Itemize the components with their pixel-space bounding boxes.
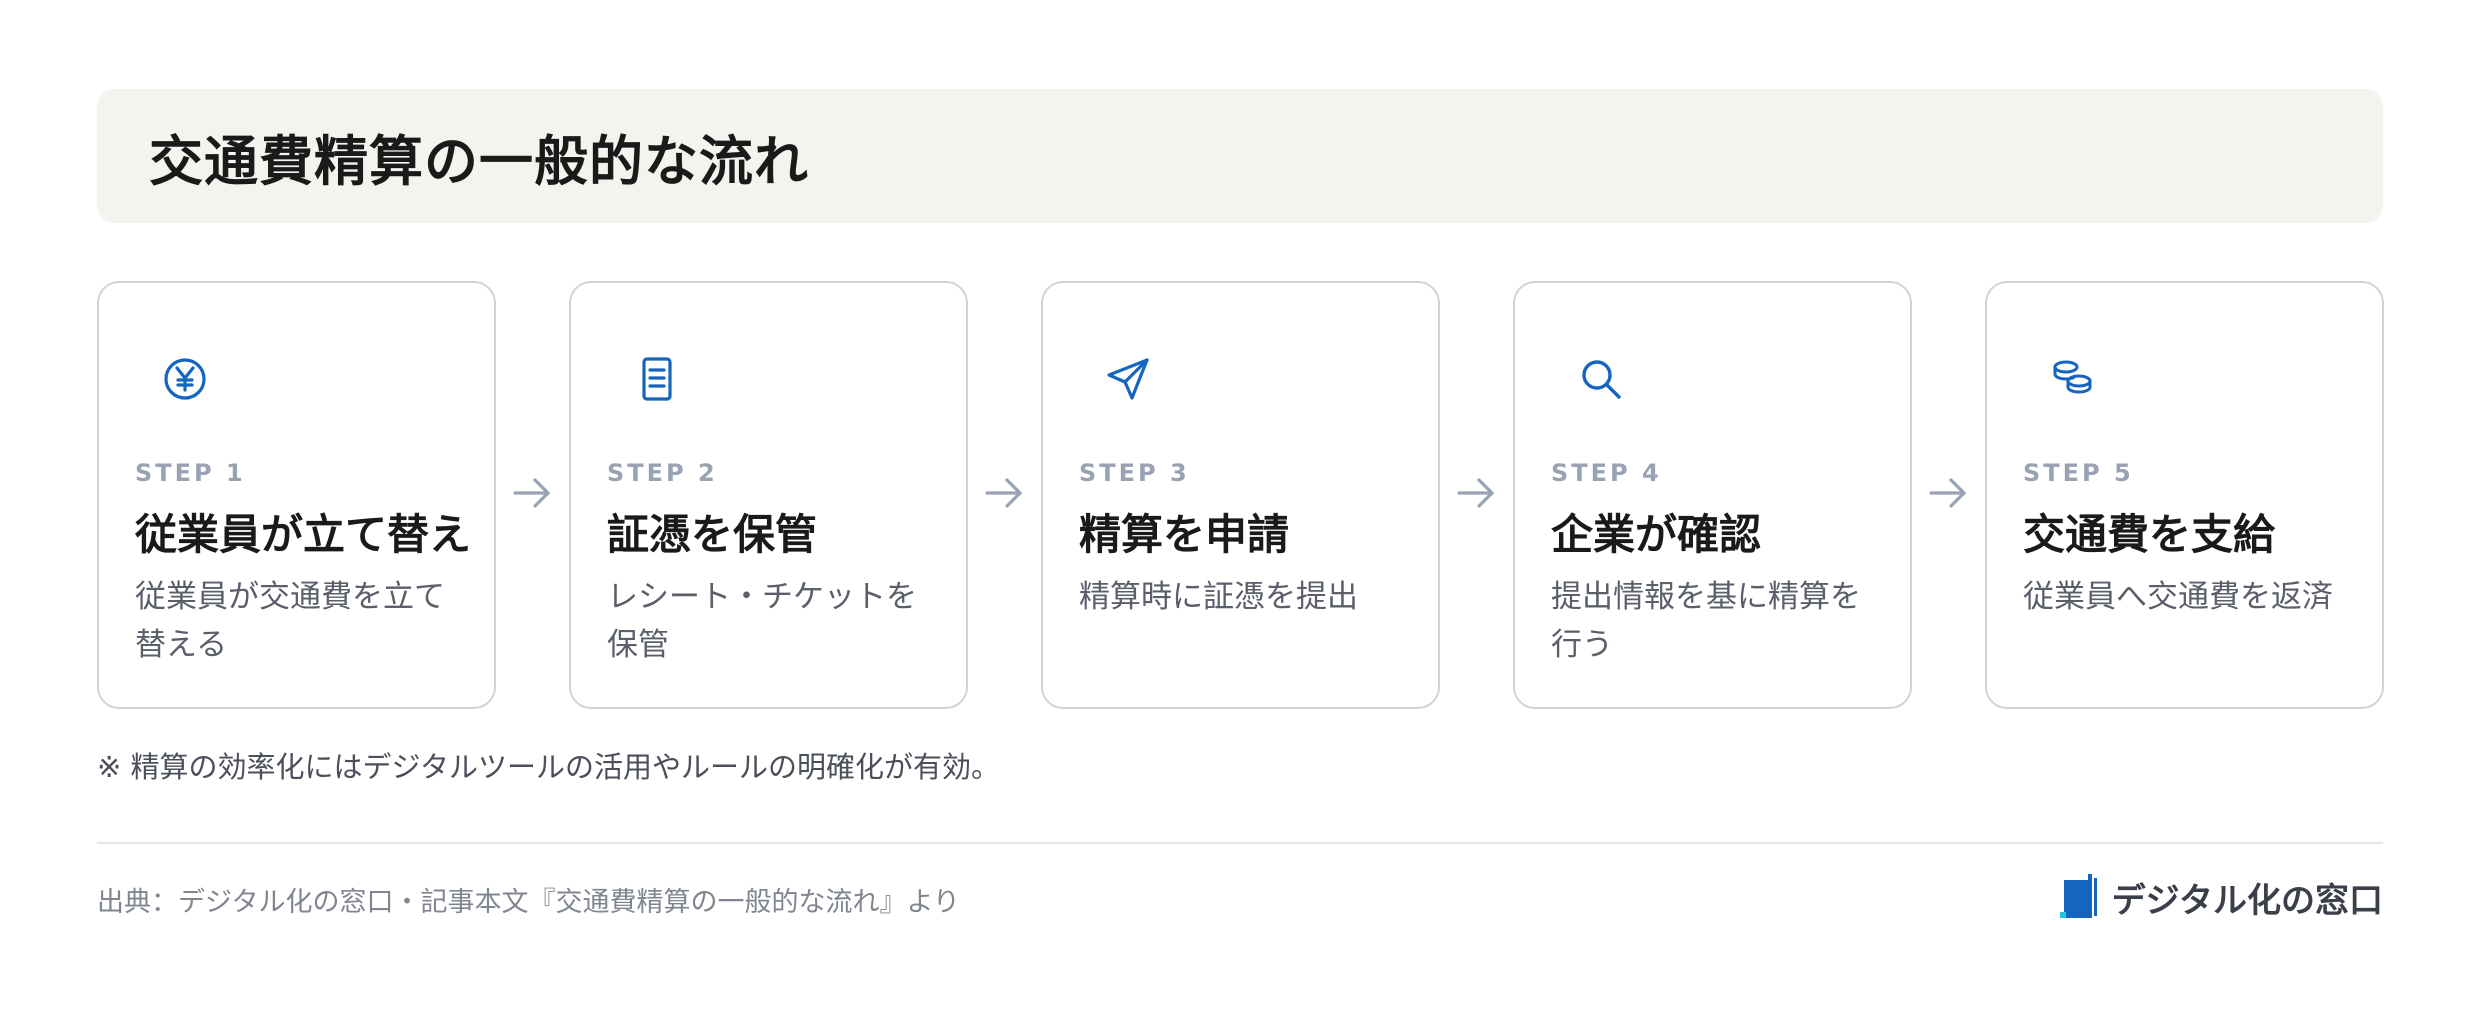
step-description: 従業員が交通費を立て替える [135,579,445,663]
step-label: STEP 3 [1079,459,1190,487]
step-card-5: STEP 5 交通費を支給 従業員へ交通費を返済 [1985,281,2384,709]
yen-coin-icon [159,353,211,405]
step-label: STEP 2 [607,459,718,487]
brand-logo-group: デジタル化の窓口 [2059,872,2383,922]
step-title: 企業が確認 [1551,510,1762,559]
step-title: 精算を申請 [1079,510,1290,559]
step-title: 証憑を保管 [607,510,818,559]
document-icon [631,353,683,405]
step-card-2: STEP 2 証憑を保管 レシート・チケットを保管 [569,281,968,709]
step-description: 提出情報を基に精算を行う [1551,579,1861,663]
arrow-right-icon [1455,470,1497,516]
step-title: 従業員が立て替え [135,510,472,559]
step-description: 従業員へ交通費を返済 [2023,579,2333,615]
coins-icon [2047,353,2099,405]
arrow-right-icon [1927,470,1969,516]
step-card-3: STEP 3 精算を申請 精算時に証憑を提出 [1041,281,1440,709]
step-description: 精算時に証憑を提出 [1079,579,1358,615]
search-icon [1575,353,1627,405]
step-card-1: STEP 1 従業員が立て替え 従業員が交通費を立て替える [97,281,496,709]
step-label: STEP 4 [1551,459,1662,487]
footnote: ※ 精算の効率化にはデジタルツールの活用やルールの明確化が有効。 [97,750,1000,784]
step-card-4: STEP 4 企業が確認 提出情報を基に精算を行う [1513,281,1912,709]
title-banner: 交通費精算の一般的な流れ [97,89,2383,223]
window-logo-icon [2059,872,2100,922]
arrow-right-icon [511,470,553,516]
divider [97,842,2383,844]
step-label: STEP 1 [135,459,246,487]
arrow-right-icon [983,470,1025,516]
brand-name: デジタル化の窓口 [2111,880,2383,921]
source-credit: 出典：デジタル化の窓口・記事本文『交通費精算の一般的な流れ』より [97,887,960,918]
step-description: レシート・チケットを保管 [607,579,917,663]
send-icon [1103,353,1155,405]
step-label: STEP 5 [2023,459,2134,487]
step-title: 交通費を支給 [2023,510,2276,559]
page-title: 交通費精算の一般的な流れ [149,129,809,193]
